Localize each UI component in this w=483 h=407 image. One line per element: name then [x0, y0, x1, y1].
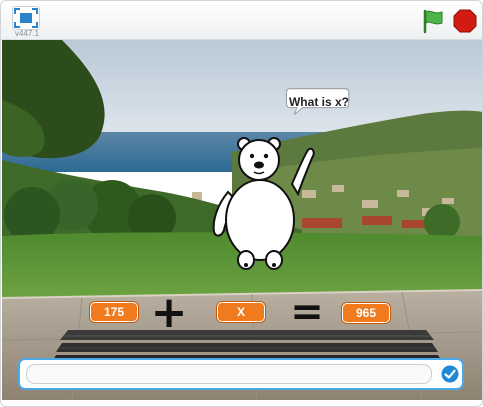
answer-input[interactable] — [26, 364, 432, 384]
version-label: v447.1 — [15, 29, 40, 38]
variable-left-value: 175 — [90, 302, 138, 322]
equals-operator: = — [290, 289, 324, 335]
green-flag-icon — [423, 9, 443, 34]
checkmark-icon — [441, 365, 459, 383]
polar-bear-sprite[interactable] — [204, 132, 316, 272]
ask-answer-box — [18, 358, 464, 390]
project-player: v447.1 What is x? 175 + X = 965 — [0, 0, 483, 407]
stage[interactable]: What is x? 175 + X = 965 — [2, 40, 482, 400]
stop-sign-icon — [453, 9, 477, 33]
speech-bubble-text: What is x? — [288, 95, 349, 109]
variable-unknown-x: X — [217, 302, 265, 322]
submit-answer-button[interactable] — [441, 365, 459, 383]
fullscreen-icon — [12, 6, 40, 30]
plus-operator: + — [150, 286, 188, 338]
player-controls-bar: v447.1 — [1, 1, 482, 40]
variable-right-value: 965 — [342, 303, 390, 323]
stop-button[interactable] — [453, 9, 477, 33]
fullscreen-button[interactable] — [12, 6, 40, 30]
green-flag-button[interactable] — [420, 8, 446, 34]
